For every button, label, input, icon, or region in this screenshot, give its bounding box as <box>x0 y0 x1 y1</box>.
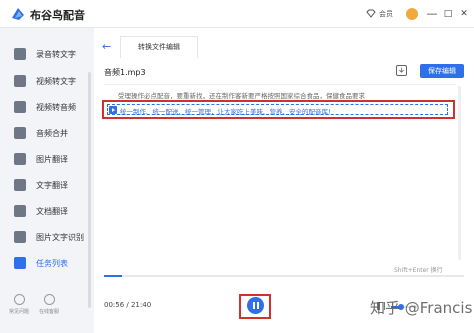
sidebar-item-doc-translate[interactable]: 文档翻译 <box>14 203 90 219</box>
sidebar-item-label: 图片文字识别 <box>36 232 84 242</box>
sidebar: 录音转文字 视频转文字 视频转音频 音频合并 图片翻译 文字翻译 文档翻译 图片… <box>0 28 94 333</box>
mic-icon <box>14 48 26 60</box>
tab-convert-file-edit[interactable]: 转换文件编辑 <box>120 36 198 58</box>
pause-button[interactable] <box>247 297 264 314</box>
shift-enter-hint: Shift+Enter 换行 <box>394 267 443 274</box>
editor-scrollbar[interactable] <box>458 86 461 260</box>
playback-progress[interactable] <box>104 275 464 277</box>
sidebar-item-text-translate[interactable]: 文字翻译 <box>14 177 90 193</box>
sidebar-item-audio-to-text[interactable]: 录音转文字 <box>14 46 90 62</box>
time-display: 00:56 / 21:40 <box>104 301 152 309</box>
merge-icon <box>14 127 26 139</box>
sidebar-item-image-translate[interactable]: 图片翻译 <box>14 151 90 167</box>
watermark: 知乎 @Francis <box>370 299 473 317</box>
main-panel: ← 转换文件编辑 音频1.mp3 保存编辑 受理操作必点配音，要重新找，还在制作… <box>94 28 474 333</box>
text-translate-icon <box>14 179 26 191</box>
help-icon <box>13 294 25 305</box>
sidebar-item-label: 音频合并 <box>36 128 68 138</box>
file-name: 音频1.mp3 <box>104 68 146 77</box>
sidebar-item-ocr[interactable]: 图片文字识别 <box>14 229 90 245</box>
sidebar-item-label: 视频转文字 <box>36 76 76 86</box>
current-paragraph-text[interactable]: 统一制作、统一配送、统一管理，让大家吃上美味、营养、安全的配音库！ <box>120 106 335 116</box>
back-arrow-icon[interactable]: ← <box>102 40 111 53</box>
sidebar-item-label: 文档翻译 <box>36 206 68 216</box>
service-icon <box>43 294 55 305</box>
save-edit-button[interactable]: 保存编辑 <box>420 64 464 78</box>
sidebar-item-label: 任务列表 <box>36 258 68 268</box>
play-highlight-box <box>239 294 271 319</box>
highlight-box: 统一制作、统一配送、统一管理，让大家吃上美味、营养、安全的配音库！ <box>102 100 455 119</box>
download-icon[interactable] <box>396 65 407 76</box>
title-bar: 布谷鸟配音 会员 — □ ✕ <box>0 0 474 28</box>
text-editor[interactable]: 受理操作必点配音，要重新找，还在制作客新要严格按照国家综合食品，保健食品要求 统… <box>102 84 456 262</box>
sidebar-item-video-to-text[interactable]: 视频转文字 <box>14 73 90 89</box>
sidebar-item-label: 视频转音频 <box>36 102 76 112</box>
current-paragraph[interactable]: 统一制作、统一配送、统一管理，让大家吃上美味、营养、安全的配音库！ <box>107 104 448 116</box>
avatar[interactable] <box>406 8 418 20</box>
sidebar-item-video-to-audio[interactable]: 视频转音频 <box>14 99 90 115</box>
app-logo-icon <box>12 8 24 20</box>
video-audio-icon <box>14 101 26 113</box>
sidebar-item-label: 图片翻译 <box>36 154 68 164</box>
member-label[interactable]: 会员 <box>379 9 393 19</box>
service-label: 在线客服 <box>38 309 59 315</box>
sidebar-item-task-list[interactable]: 任务列表 <box>14 255 90 271</box>
task-list-icon <box>14 257 26 269</box>
sidebar-scrollbar[interactable] <box>88 72 91 308</box>
app-title: 布谷鸟配音 <box>30 9 85 22</box>
online-service-button[interactable]: 在线客服 <box>34 294 64 315</box>
minimize-button[interactable]: — <box>426 8 438 20</box>
image-translate-icon <box>14 153 26 165</box>
vip-icon[interactable] <box>366 9 376 18</box>
video-icon <box>14 75 26 87</box>
play-segment-icon[interactable] <box>109 106 117 114</box>
faq-button[interactable]: 常见问题 <box>4 294 34 315</box>
doc-translate-icon <box>14 205 26 217</box>
faq-label: 常见问题 <box>8 309 29 315</box>
close-button[interactable]: ✕ <box>458 8 470 20</box>
sidebar-item-audio-merge[interactable]: 音频合并 <box>14 125 90 141</box>
sidebar-item-label: 文字翻译 <box>36 180 68 190</box>
previous-paragraph[interactable]: 受理操作必点配音，要重新找，还在制作客新要严格按照国家综合食品，保健食品要求 <box>118 90 448 100</box>
maximize-button[interactable]: □ <box>442 8 454 20</box>
progress-fill <box>104 275 122 277</box>
ocr-icon <box>14 231 26 243</box>
sidebar-item-label: 录音转文字 <box>36 49 76 59</box>
